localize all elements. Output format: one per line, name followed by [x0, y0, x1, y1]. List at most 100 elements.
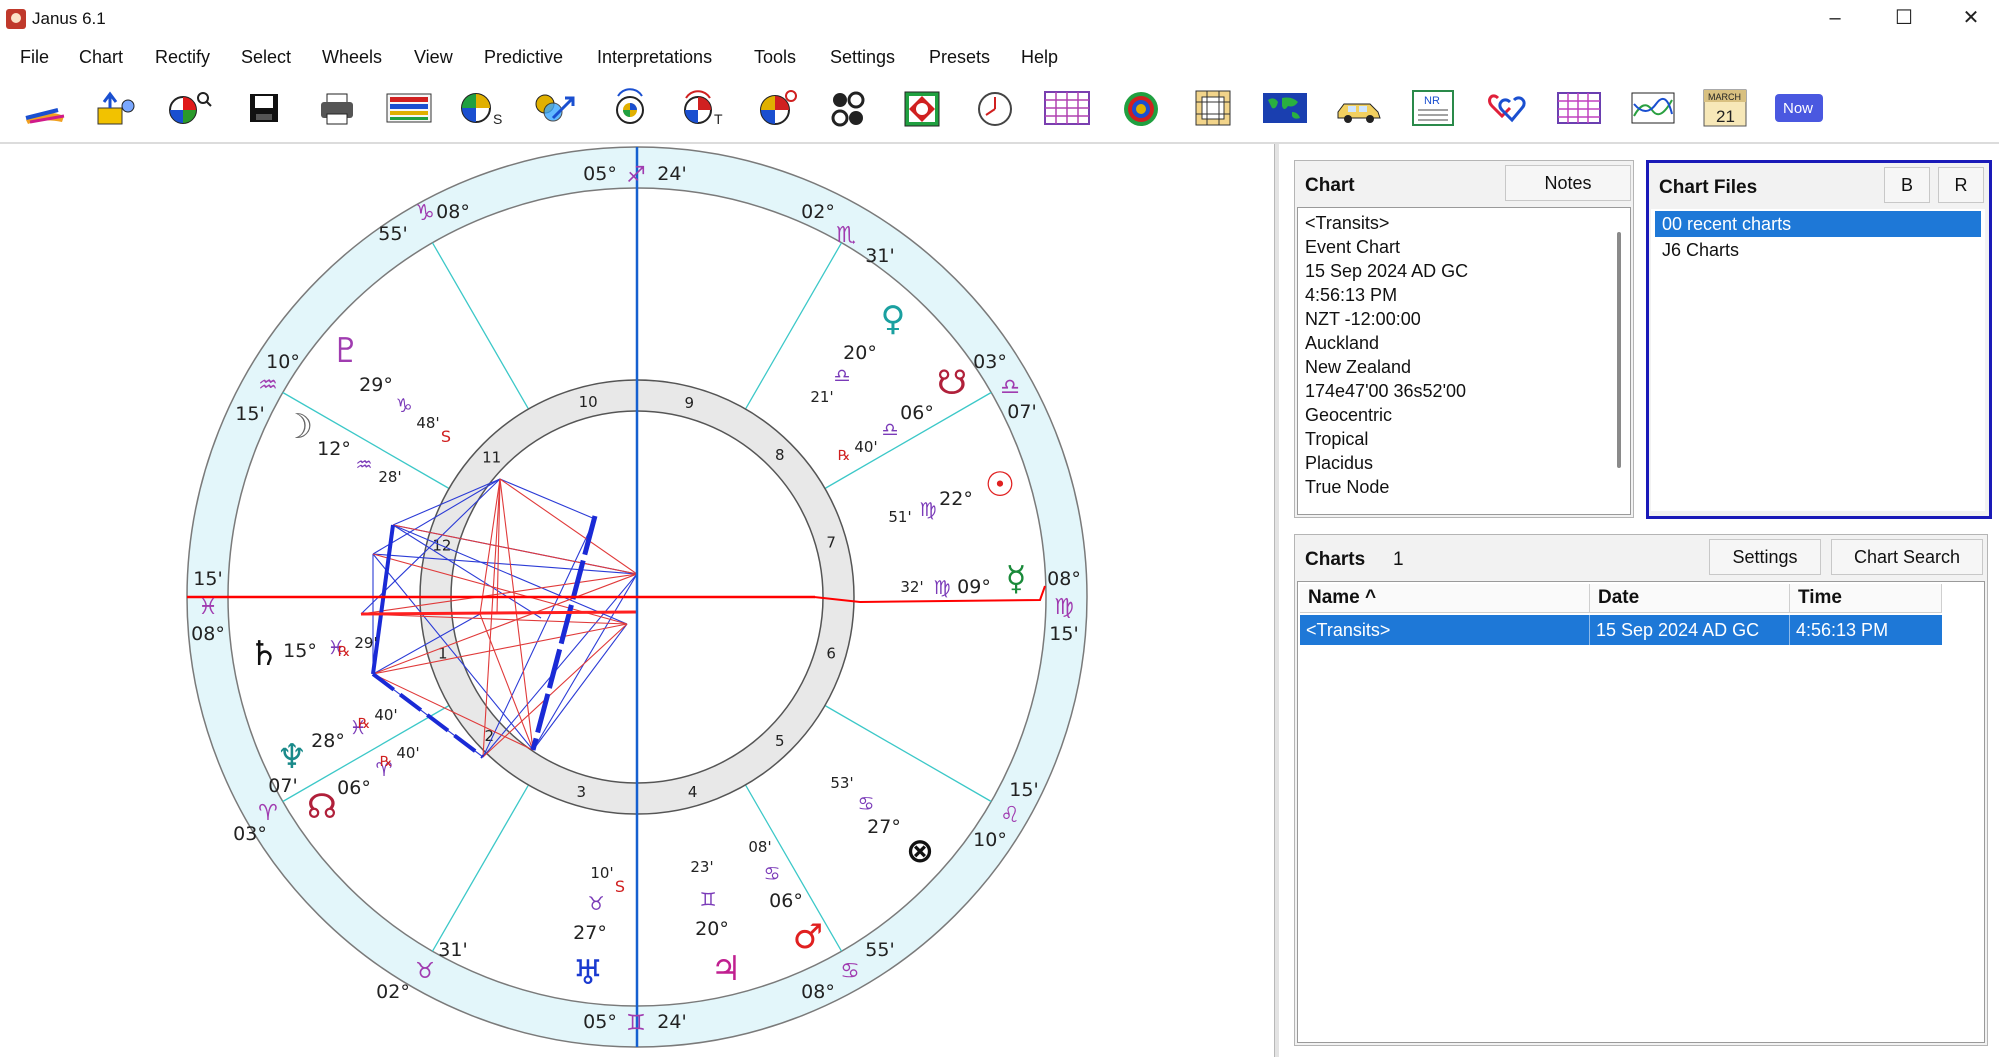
menu-help[interactable]: Help — [1021, 47, 1058, 68]
house-number: 7 — [826, 533, 836, 551]
planet-minutes: 29' — [354, 634, 377, 652]
close-button[interactable]: ✕ — [1948, 2, 1994, 34]
progressions-icon[interactable] — [531, 88, 577, 128]
cusp-minutes: 15' — [1049, 623, 1078, 645]
row-date: 15 Sep 2024 AD GC — [1590, 615, 1790, 645]
menu-rectify[interactable]: Rectify — [155, 47, 210, 68]
planet-glyph-icon: ♆ — [277, 737, 307, 777]
save-icon[interactable] — [242, 88, 288, 128]
news-report-icon[interactable]: NR — [1410, 88, 1456, 128]
cusp-degree: 02° — [801, 201, 835, 223]
menu-select[interactable]: Select — [241, 47, 291, 68]
chart-info-line: Event Chart — [1305, 237, 1401, 257]
chart-file-item[interactable]: 00 recent charts — [1655, 211, 1981, 237]
planet-degree: 20° — [843, 342, 877, 364]
planet-degree: 27° — [573, 922, 607, 944]
charts-settings-button[interactable]: Settings — [1709, 539, 1821, 575]
cusp-degree: 15' — [235, 403, 264, 425]
chart-wheel[interactable]: 123456789101112 05°♐24'02°♏31'03°♎07'08°… — [0, 144, 1274, 1057]
menu-presets[interactable]: Presets — [929, 47, 990, 68]
charts-count: 1 — [1393, 549, 1404, 570]
cusp-minutes: 24' — [657, 163, 686, 185]
menu-wheels[interactable]: Wheels — [322, 47, 382, 68]
calendar-icon[interactable]: MARCH 21 — [1702, 88, 1748, 128]
charts-table[interactable]: Name ^ Date Time <Transits> 15 Sep 2024 … — [1297, 581, 1985, 1043]
planet-minutes: 51' — [888, 508, 911, 526]
planet-sign-icon: ♉ — [587, 893, 604, 915]
r-button[interactable]: R — [1938, 167, 1984, 203]
ephemeris-icon[interactable] — [1044, 88, 1090, 128]
chart-info-line: <Transits> — [1305, 213, 1390, 233]
open-chart-icon[interactable] — [94, 88, 140, 128]
cusp-degree: 55' — [865, 939, 894, 961]
graph-icon[interactable] — [1630, 88, 1676, 128]
cusp-minutes: 31' — [865, 245, 894, 267]
planet-minutes: 40' — [396, 744, 419, 762]
house-number: 8 — [775, 446, 785, 464]
aspect-grid-icon[interactable] — [1556, 88, 1602, 128]
chart-info-line: New Zealand — [1305, 357, 1412, 377]
menu-chart[interactable]: Chart — [79, 47, 123, 68]
b-button[interactable]: B — [1884, 167, 1930, 203]
now-button[interactable]: Now — [1774, 88, 1824, 128]
cusp-sign-icon: ♊ — [626, 1011, 646, 1036]
clock-icon[interactable] — [972, 88, 1018, 128]
return-chart-icon[interactable] — [606, 88, 652, 128]
maximize-button[interactable]: ☐ — [1881, 2, 1927, 34]
menu-file[interactable]: File — [20, 47, 49, 68]
cusp-sign-icon: ♈ — [258, 801, 278, 826]
menu-settings[interactable]: Settings — [830, 47, 895, 68]
chart-search-icon[interactable] — [167, 88, 213, 128]
column-name[interactable]: Name ^ — [1300, 584, 1590, 612]
cusp-sign-icon: ♐ — [626, 163, 646, 188]
cusp-degree: 15' — [1009, 779, 1038, 801]
compatibility-hearts-icon[interactable] — [1484, 88, 1530, 128]
table-row[interactable]: <Transits> 15 Sep 2024 AD GC 4:56:13 PM — [1300, 615, 1942, 645]
planet-glyph-icon: ♄ — [249, 634, 279, 674]
synastry-icon[interactable]: S — [458, 88, 504, 128]
biwheel-icon[interactable] — [826, 88, 872, 128]
planet-minutes: 28' — [378, 468, 401, 486]
cusp-minutes: 24' — [657, 1011, 686, 1033]
planet-minutes: 32' — [900, 578, 923, 596]
chart-info-list[interactable]: <Transits> Event Chart 15 Sep 2024 AD GC… — [1297, 207, 1631, 515]
print-icon[interactable] — [315, 88, 361, 128]
menu-view[interactable]: View — [414, 47, 453, 68]
new-chart-icon[interactable] — [22, 88, 68, 128]
world-map-icon[interactable] — [1262, 88, 1308, 128]
chart-info-scrollbar[interactable] — [1617, 232, 1621, 468]
notes-button[interactable]: Notes — [1505, 165, 1631, 201]
transits-icon[interactable]: T — [678, 88, 724, 128]
planet-glyph-icon: ♇ — [331, 331, 361, 371]
chart-info-line: 15 Sep 2024 AD GC — [1305, 261, 1469, 281]
target-icon[interactable] — [1118, 88, 1164, 128]
chart-file-item[interactable]: J6 Charts — [1655, 237, 1981, 263]
chart-files-list[interactable]: 00 recent charts J6 Charts — [1651, 209, 1985, 511]
cusp-sign-icon: ♍ — [1054, 595, 1074, 620]
cusp-degree: 02° — [376, 981, 410, 1003]
charts-list-panel: Charts 1 Settings Chart Search Name ^ Da… — [1294, 534, 1988, 1046]
relocation-car-icon[interactable] — [1336, 88, 1382, 128]
cusp-sign-icon: ♑ — [415, 201, 435, 226]
cusp-minutes: 07' — [1007, 401, 1036, 423]
cusp-minutes: 15' — [193, 568, 222, 590]
menu-interpretations[interactable]: Interpretations — [597, 47, 712, 68]
planet-minutes: 21' — [810, 388, 833, 406]
grid-icon[interactable] — [1190, 88, 1236, 128]
planet-sign-icon: ♒ — [355, 454, 372, 476]
column-date[interactable]: Date — [1590, 584, 1790, 612]
chart-search-button[interactable]: Chart Search — [1831, 539, 1983, 575]
cusp-sign-icon: ♌ — [1000, 803, 1020, 828]
solar-arc-icon[interactable] — [753, 88, 799, 128]
now-button-label: Now — [1783, 100, 1813, 117]
column-time[interactable]: Time — [1790, 584, 1942, 612]
menu-predictive[interactable]: Predictive — [484, 47, 563, 68]
chart-files-panel: Chart Files B R 00 recent charts J6 Char… — [1646, 160, 1992, 519]
window-title: Janus 6.1 — [32, 9, 106, 28]
minimize-button[interactable]: – — [1812, 2, 1858, 34]
harmonic-icon[interactable] — [899, 88, 945, 128]
pane-splitter[interactable] — [1274, 144, 1279, 1057]
chart-wheel-pane[interactable]: 123456789101112 05°♐24'02°♏31'03°♎07'08°… — [0, 144, 1274, 1057]
menu-tools[interactable]: Tools — [754, 47, 796, 68]
chart-list-icon[interactable] — [386, 88, 432, 128]
